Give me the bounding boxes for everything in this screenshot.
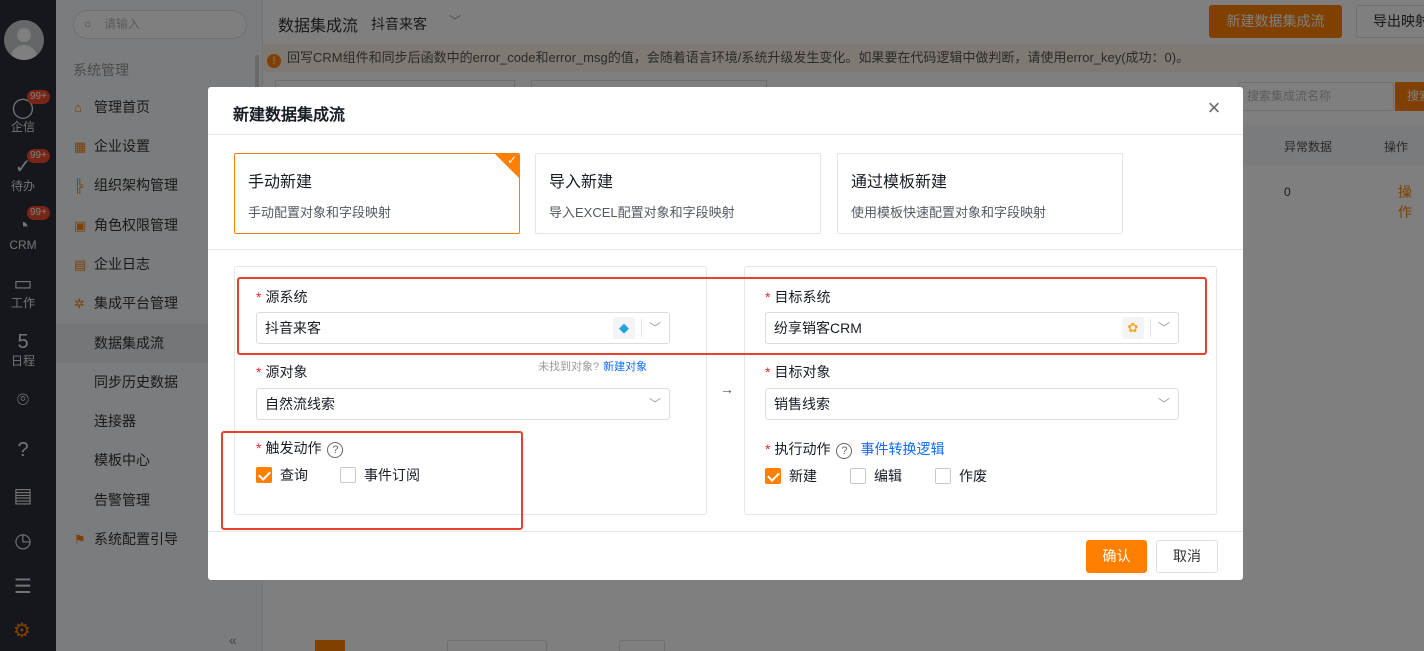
target-object-label: * 目标对象	[765, 364, 831, 380]
chevron-down-icon: ﹀	[648, 397, 661, 411]
close-icon[interactable]: ×	[1203, 97, 1225, 119]
select-value: 销售线索	[774, 396, 830, 412]
new-object-link[interactable]: 新建对象	[603, 361, 647, 373]
mode-desc: 手动配置对象和字段映射	[248, 205, 392, 220]
label-text: 执行动作	[774, 441, 831, 457]
mode-card-manual[interactable]: 手动新建 手动配置对象和字段映射 ✓	[234, 153, 520, 234]
mode-title: 手动新建	[248, 174, 313, 191]
mode-title: 导入新建	[549, 174, 614, 191]
checkbox-checked	[765, 468, 781, 484]
mode-card-template[interactable]: 通过模板新建 使用模板快速配置对象和字段映射	[837, 153, 1123, 234]
mode-title: 通过模板新建	[851, 174, 948, 191]
checkbox-unchecked	[850, 468, 866, 484]
help-icon[interactable]: ?	[836, 443, 853, 459]
hint-text: 未找到对象?	[538, 361, 600, 373]
action-edit-checkbox[interactable]: 编辑	[850, 467, 902, 485]
mode-desc: 导入EXCEL配置对象和字段映射	[549, 205, 735, 220]
mode-card-import[interactable]: 导入新建 导入EXCEL配置对象和字段映射	[535, 153, 821, 234]
checkbox-label: 新建	[789, 468, 817, 484]
event-conversion-link[interactable]: 事件转换逻辑	[860, 441, 944, 457]
divider	[208, 249, 1243, 250]
cancel-button[interactable]: 取消	[1156, 540, 1218, 573]
check-icon: ✓	[506, 153, 517, 167]
dialog-title: 新建数据集成流	[233, 107, 346, 124]
arrow-right-icon: →	[720, 381, 734, 397]
chevron-down-icon: ﹀	[1157, 397, 1170, 411]
object-hint: 未找到对象? 新建对象	[538, 358, 647, 374]
highlight-box	[221, 431, 523, 530]
mode-desc: 使用模板快速配置对象和字段映射	[851, 205, 1047, 220]
checkbox-unchecked	[935, 468, 951, 484]
label-text: 源对象	[265, 364, 308, 380]
target-object-select[interactable]: 销售线索 ﹀	[765, 388, 1179, 420]
divider	[208, 531, 1243, 532]
source-object-select[interactable]: 自然流线索 ﹀	[256, 388, 670, 420]
checkbox-label: 作废	[959, 468, 987, 484]
source-object-label: * 源对象	[256, 364, 308, 380]
divider	[208, 134, 1243, 135]
action-create-checkbox[interactable]: 新建	[765, 467, 817, 485]
label-text: 目标对象	[774, 364, 831, 380]
checkbox-label: 编辑	[874, 468, 902, 484]
highlight-box	[237, 277, 1207, 355]
confirm-button[interactable]: 确认	[1086, 540, 1147, 573]
select-value: 自然流线索	[265, 396, 335, 412]
execute-action-label: * 执行动作? 事件转换逻辑	[765, 441, 945, 459]
action-void-checkbox[interactable]: 作废	[935, 467, 987, 485]
